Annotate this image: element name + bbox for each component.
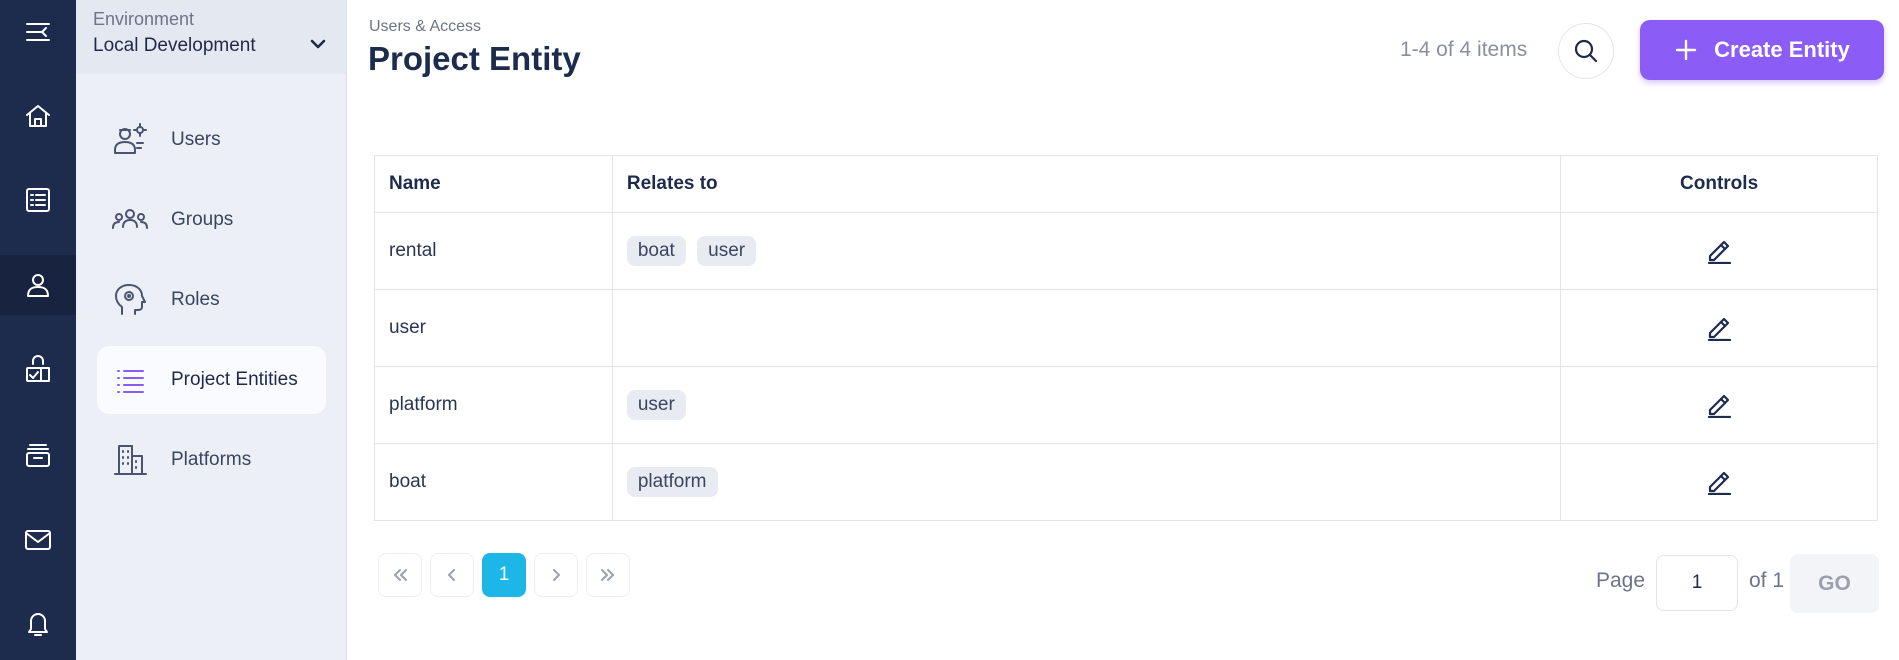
entity-name: rental — [374, 212, 613, 290]
page-number-button[interactable]: 1 — [482, 553, 526, 597]
roles-icon — [109, 279, 151, 321]
entity-name: boat — [374, 443, 613, 521]
column-header-controls: Controls — [1560, 155, 1878, 213]
rail-home[interactable] — [0, 86, 76, 146]
edit-button[interactable] — [1703, 310, 1735, 342]
icon-rail — [0, 0, 76, 660]
list-icon — [26, 188, 50, 212]
sidebar-item-project-entities[interactable]: Project Entities — [97, 346, 326, 414]
table-row: boat platform — [374, 443, 1878, 521]
bell-icon — [28, 613, 48, 636]
relates-to-cell: platform — [611, 443, 1562, 521]
relates-to-cell — [611, 289, 1562, 367]
sidebar-item-label: Project Entities — [171, 369, 298, 390]
edit-pencil-icon — [1707, 471, 1732, 495]
rail-users-access[interactable] — [0, 255, 76, 315]
sidebar-item-roles[interactable]: Roles — [97, 266, 326, 334]
controls-cell — [1560, 212, 1878, 290]
environment-value: Local Development — [93, 35, 256, 56]
last-page-button[interactable] — [586, 553, 630, 597]
entities-table: Name Relates to Controls rental boat use… — [374, 155, 1878, 521]
table-row: platform user — [374, 366, 1878, 444]
rail-list[interactable] — [0, 170, 76, 230]
previous-page-button[interactable] — [430, 553, 474, 597]
rail-security[interactable] — [0, 340, 76, 400]
column-header-relates-to: Relates to — [611, 155, 1562, 213]
controls-cell — [1560, 366, 1878, 444]
edit-pencil-icon — [1707, 394, 1732, 418]
page-label: Page — [1596, 569, 1646, 592]
sidebar-item-groups[interactable]: Groups — [97, 186, 326, 254]
chevron-down-icon — [308, 34, 328, 54]
chevron-right-icon — [553, 569, 560, 581]
search-icon — [1574, 39, 1598, 63]
sidebar-item-platforms[interactable]: Platforms — [97, 426, 326, 494]
relation-tag: boat — [626, 236, 686, 266]
relates-to-cell: boat user — [611, 212, 1562, 290]
chevrons-left-icon — [394, 569, 407, 581]
controls-cell — [1560, 289, 1878, 367]
table-header-row: Name Relates to Controls — [374, 155, 1878, 213]
home-icon — [26, 105, 50, 127]
user-icon — [27, 274, 49, 297]
chevrons-right-icon — [601, 569, 614, 581]
page-of-label: of 1 — [1749, 569, 1785, 592]
rail-archive[interactable] — [0, 425, 76, 485]
edit-button[interactable] — [1703, 387, 1735, 419]
next-page-button[interactable] — [534, 553, 578, 597]
platforms-building-icon — [109, 439, 151, 481]
items-count: 1-4 of 4 items — [1400, 38, 1528, 61]
entities-list-icon — [109, 359, 151, 401]
page-title: Project Entity — [368, 40, 581, 77]
create-entity-label: Create Entity — [1714, 37, 1850, 62]
go-button[interactable]: GO — [1790, 554, 1879, 613]
relates-to-cell: user — [611, 366, 1562, 444]
menu-collapse-button[interactable] — [0, 2, 76, 62]
relation-tag: user — [697, 236, 757, 266]
mail-icon — [25, 530, 51, 550]
entity-name: user — [374, 289, 613, 367]
table-row: user — [374, 289, 1878, 367]
first-page-button[interactable] — [378, 553, 422, 597]
edit-button[interactable] — [1703, 464, 1735, 496]
rail-notifications[interactable] — [0, 593, 76, 653]
sidebar-item-label: Platforms — [171, 449, 252, 470]
column-header-name: Name — [374, 155, 613, 213]
environment-selector[interactable]: Environment Local Development — [76, 0, 346, 74]
relation-tag: platform — [626, 467, 718, 497]
create-entity-button[interactable]: Create Entity — [1640, 20, 1884, 80]
rail-messages[interactable] — [0, 510, 76, 570]
search-button[interactable] — [1558, 23, 1614, 79]
sidebar-item-label: Roles — [171, 289, 220, 310]
edit-pencil-icon — [1707, 317, 1732, 341]
shield-check-icon — [26, 355, 50, 382]
groups-icon — [109, 199, 151, 241]
sidebar-item-label: Users — [171, 129, 221, 150]
users-gear-icon — [109, 119, 151, 161]
pagination: 1 — [378, 553, 630, 597]
edit-pencil-icon — [1707, 240, 1732, 264]
breadcrumb: Users & Access — [369, 18, 482, 35]
sidebar-item-label: Groups — [171, 209, 234, 230]
sidebar-item-users[interactable]: Users — [97, 106, 326, 174]
entity-name: platform — [374, 366, 613, 444]
plus-icon — [1675, 39, 1697, 61]
menu-collapse-icon — [26, 23, 50, 41]
environment-label: Environment — [93, 9, 195, 29]
page-number-input[interactable] — [1656, 555, 1738, 611]
archive-icon — [26, 444, 50, 467]
controls-cell — [1560, 443, 1878, 521]
chevron-left-icon — [448, 569, 455, 581]
secondary-sidebar: Environment Local Development Users Grou… — [76, 0, 347, 660]
edit-button[interactable] — [1703, 233, 1735, 265]
table-row: rental boat user — [374, 212, 1878, 290]
relation-tag: user — [626, 390, 686, 420]
